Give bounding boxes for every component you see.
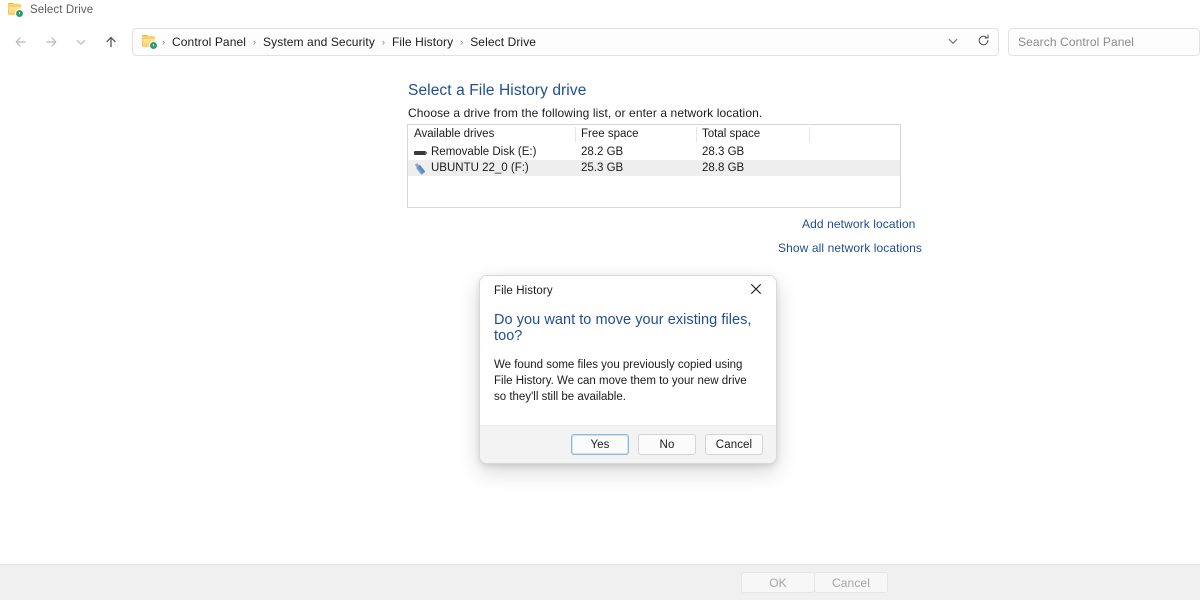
drive-extra-cell: [811, 160, 900, 176]
table-row[interactable]: Removable Disk (E:) 28.2 GB 28.3 GB: [408, 144, 900, 160]
drive-free-space-cell: 25.3 GB: [581, 162, 624, 174]
breadcrumb-separator: ›: [460, 37, 464, 47]
dialog-message: We found some files you previously copie…: [494, 359, 747, 403]
breadcrumb: › Control Panel › System and Security › …: [133, 33, 938, 51]
dialog-footer: Yes No Cancel: [480, 425, 776, 463]
drive-total-space-cell: 28.8 GB: [702, 162, 745, 174]
close-icon: [750, 283, 762, 298]
dialog-body: Do you want to move your existing files,…: [480, 305, 776, 425]
drive-free-space-cell: 28.2 GB: [581, 146, 624, 158]
breadcrumb-item-file-history[interactable]: File History: [390, 33, 455, 51]
cancel-button-main[interactable]: Cancel: [814, 572, 888, 593]
refresh-icon: [976, 33, 991, 51]
column-header-total-space: Total space: [702, 128, 761, 140]
forward-button[interactable]: [36, 27, 66, 57]
page-title: Select a File History drive: [408, 82, 587, 99]
address-bar-actions: [938, 29, 998, 55]
ok-button[interactable]: OK: [741, 572, 815, 593]
yes-button[interactable]: Yes: [571, 434, 629, 455]
window-title: Select Drive: [30, 4, 94, 16]
usb-drive-icon: [414, 146, 427, 158]
chevron-down-icon: [946, 34, 960, 51]
chevron-down-icon: [74, 35, 88, 49]
arrow-right-icon: [43, 34, 59, 50]
recent-locations-button[interactable]: [66, 27, 96, 57]
drive-total-space-cell: 28.3 GB: [702, 146, 745, 158]
window-titlebar: Select Drive: [0, 0, 1200, 20]
breadcrumb-item-control-panel[interactable]: Control Panel: [170, 33, 248, 51]
drive-name-label: Removable Disk (E:): [431, 146, 537, 158]
file-history-dialog: File History Do you want to move your ex…: [479, 275, 777, 464]
add-network-location-link[interactable]: Add network location: [802, 217, 915, 231]
no-button[interactable]: No: [638, 434, 696, 455]
drive-name-label: UBUNTU 22_0 (F:): [431, 162, 529, 174]
table-row[interactable]: UBUNTU 22_0 (F:) 25.3 GB 28.8 GB: [408, 160, 900, 176]
dialog-titlebar: File History: [480, 276, 776, 305]
search-input[interactable]: Search Control Panel: [1008, 28, 1200, 56]
table-header-row: Available drives Free space Total space: [408, 125, 900, 144]
breadcrumb-item-system-and-security[interactable]: System and Security: [261, 33, 377, 51]
column-header-free-space: Free space: [581, 128, 639, 140]
dialog-heading: Do you want to move your existing files,…: [494, 312, 752, 344]
up-button[interactable]: [96, 27, 126, 57]
close-button[interactable]: [742, 279, 770, 303]
available-drives-list[interactable]: Available drives Free space Total space …: [407, 124, 901, 208]
breadcrumb-item-select-drive[interactable]: Select Drive: [468, 33, 538, 51]
back-button[interactable]: [6, 27, 36, 57]
breadcrumb-separator: ›: [162, 37, 165, 47]
breadcrumb-separator: ›: [253, 37, 257, 47]
cancel-button[interactable]: Cancel: [705, 434, 763, 455]
file-history-folder-icon: [8, 3, 24, 18]
usb-flash-drive-icon: [414, 162, 426, 175]
address-file-history-icon: [142, 35, 158, 50]
show-all-network-locations-link[interactable]: Show all network locations: [778, 241, 922, 255]
column-header-extra: [811, 125, 900, 144]
bottom-command-bar: OK Cancel: [0, 564, 1200, 600]
refresh-button[interactable]: [968, 29, 998, 55]
drive-name-cell: Removable Disk (E:): [408, 144, 575, 160]
drive-name-cell: UBUNTU 22_0 (F:): [408, 160, 575, 176]
drive-extra-cell: [811, 144, 900, 160]
arrow-left-icon: [13, 34, 29, 50]
arrow-up-icon: [103, 34, 119, 50]
breadcrumb-separator: ›: [381, 37, 385, 47]
column-header-available-drives: Available drives: [414, 128, 495, 140]
address-history-dropdown-button[interactable]: [938, 29, 968, 55]
navigation-bar: › Control Panel › System and Security › …: [0, 20, 1200, 64]
search-placeholder: Search Control Panel: [1018, 35, 1135, 49]
address-bar[interactable]: › Control Panel › System and Security › …: [132, 28, 999, 56]
dialog-title: File History: [494, 284, 553, 297]
page-subtitle: Choose a drive from the following list, …: [408, 106, 763, 120]
main-content: Select a File History drive Choose a dri…: [0, 64, 1200, 564]
